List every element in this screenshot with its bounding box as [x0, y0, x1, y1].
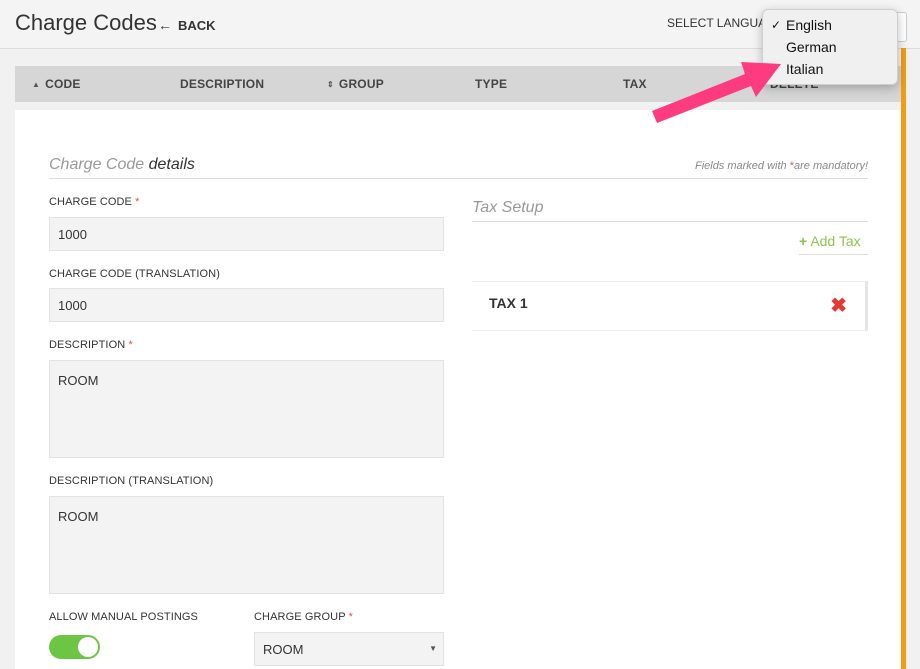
- annotation-arrow-icon: [652, 62, 781, 123]
